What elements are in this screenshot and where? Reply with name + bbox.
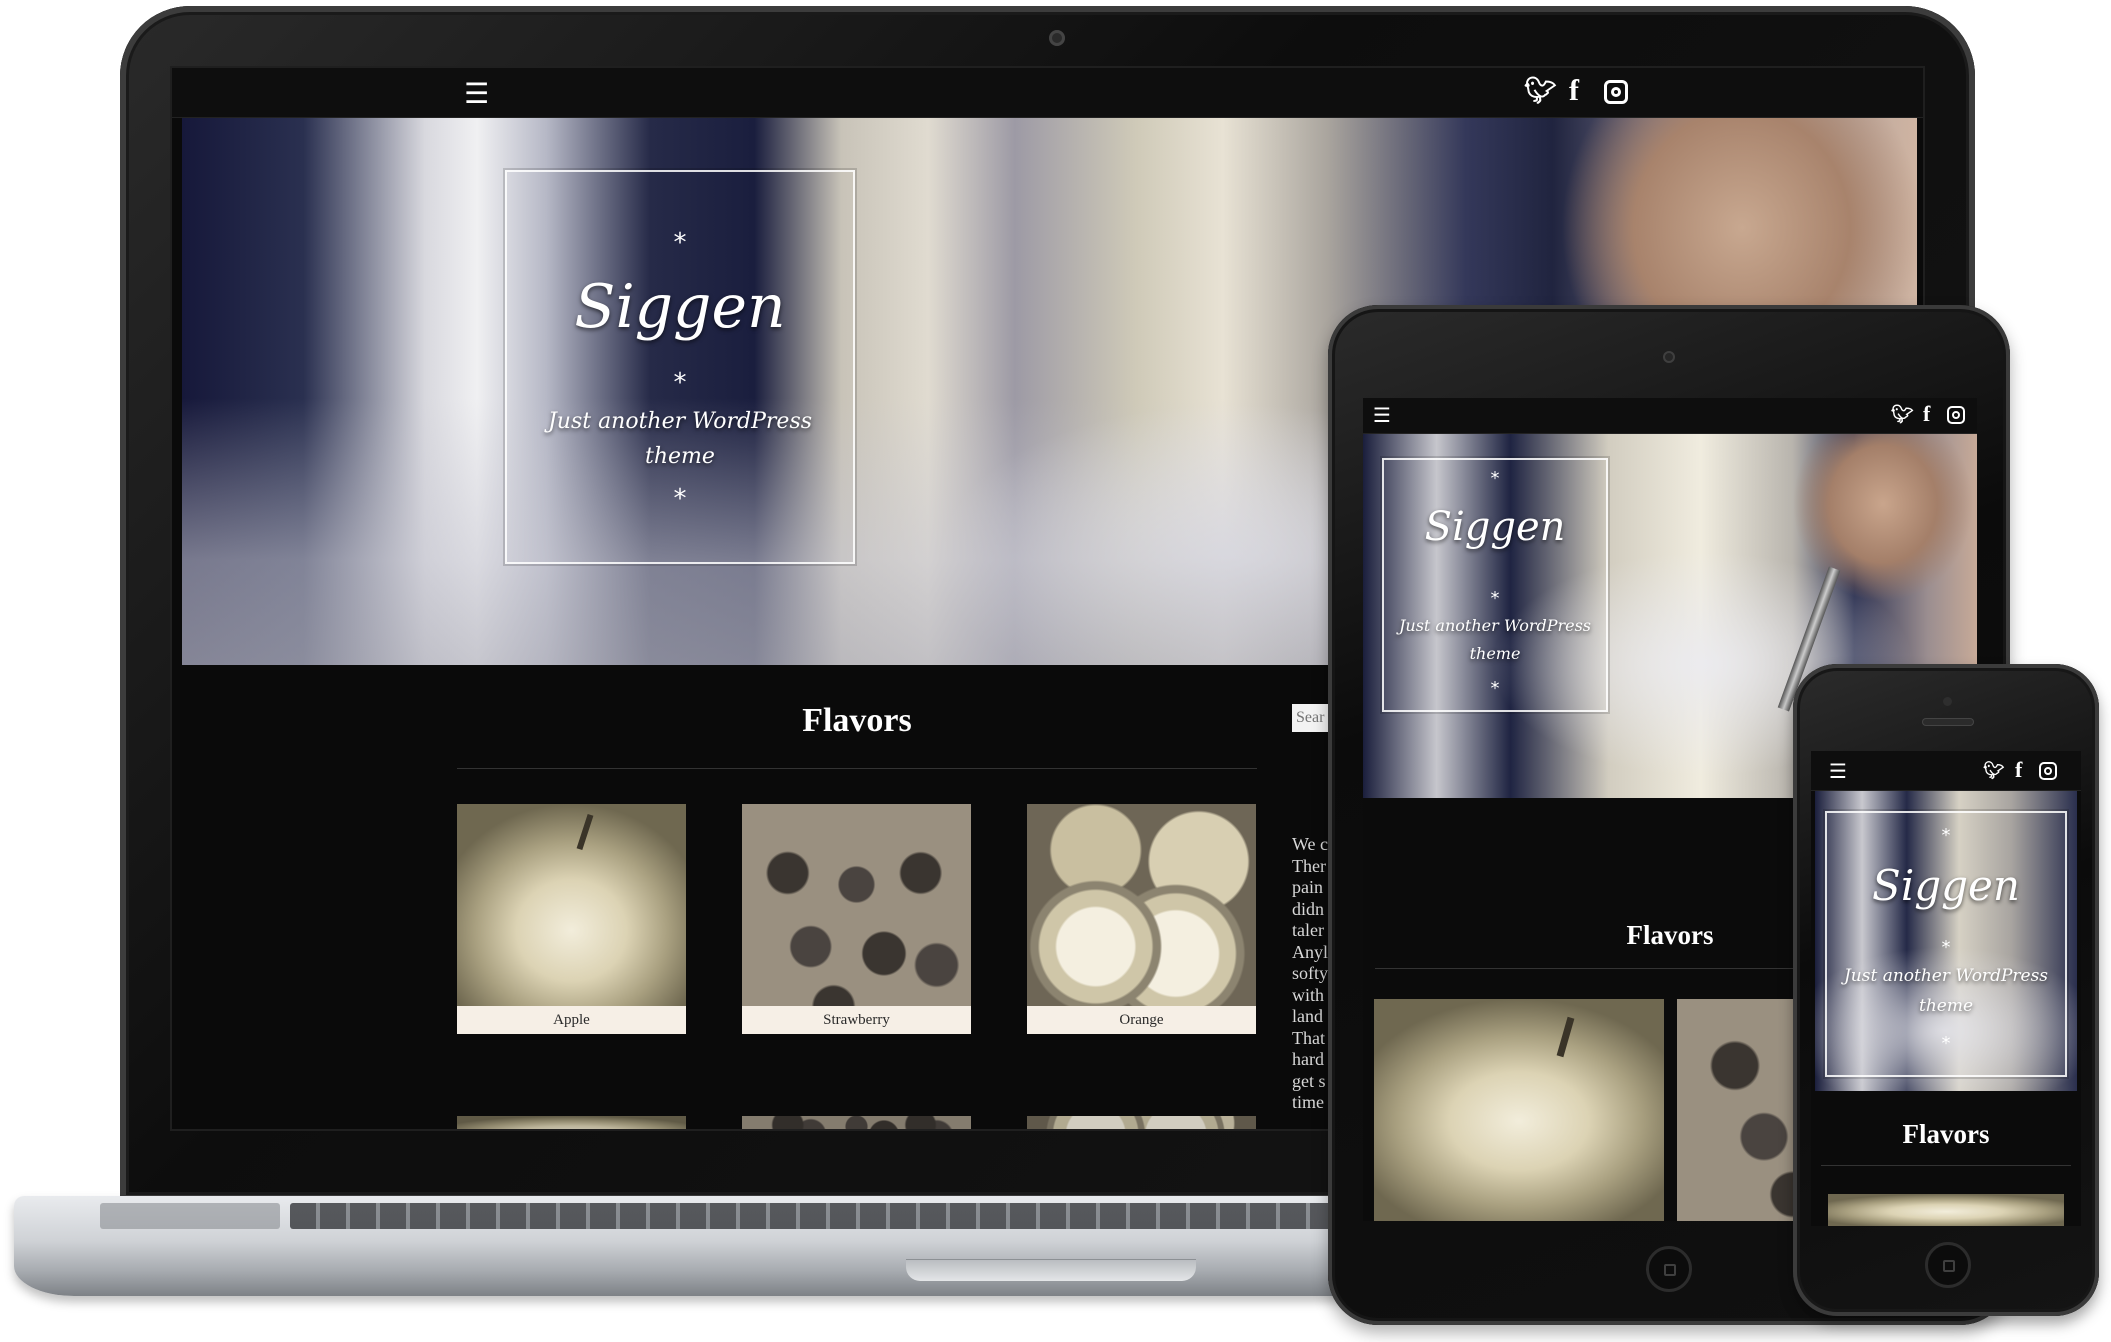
top-nav-bar: ☰ 🐦︎ f (1363, 398, 1977, 434)
instagram-icon[interactable] (1604, 80, 1628, 104)
menu-icon[interactable]: ☰ (464, 80, 489, 108)
facebook-icon[interactable]: f (2015, 759, 2022, 781)
laptop-keyboard (290, 1203, 1440, 1229)
hero-banner: * Siggen * Just another WordPress theme … (1815, 791, 2077, 1091)
flavor-card-strawberry[interactable]: Strawberry (742, 804, 971, 1034)
star-divider: * (673, 484, 687, 514)
section-title: Flavors (802, 702, 912, 739)
site-tagline: Just another WordPress theme (1843, 966, 2049, 1016)
site-title-frame: * Siggen * Just another WordPress theme … (505, 170, 855, 564)
site-tagline: Just another WordPress theme (547, 409, 813, 469)
flavor-card-orange[interactable]: Orange (1027, 804, 1256, 1034)
star-divider: * (673, 228, 687, 258)
site-title[interactable]: Siggen (507, 272, 853, 342)
top-nav-bar: ☰ 🐦︎ f (1811, 751, 2081, 791)
top-nav-bar: ☰ 🐦︎ f (172, 68, 1923, 118)
twitter-icon[interactable]: 🐦︎ (1891, 406, 1914, 424)
flavor-card-apple[interactable] (1374, 999, 1664, 1221)
site-title[interactable]: Siggen (1384, 504, 1606, 550)
twitter-icon[interactable]: 🐦︎ (1524, 78, 1557, 104)
phone-speaker (1922, 718, 1974, 726)
flavor-card-partial[interactable] (1027, 1116, 1256, 1129)
phone-camera (1943, 697, 1952, 706)
flavor-card-apple[interactable]: Apple (457, 804, 686, 1034)
menu-icon[interactable]: ☰ (1829, 761, 1847, 781)
tablet-home-button[interactable] (1646, 1246, 1692, 1292)
twitter-icon[interactable]: 🐦︎ (1983, 763, 2005, 780)
section-title: Flavors (1902, 1119, 1990, 1149)
laptop-keyboard-left (100, 1203, 280, 1229)
star-divider: * (673, 368, 687, 398)
section-divider (457, 768, 1257, 769)
flavor-card-partial[interactable] (457, 1116, 686, 1129)
section-divider (1821, 1165, 2071, 1166)
menu-icon[interactable]: ☰ (1373, 405, 1391, 425)
device-mockup-scene: ☰ 🐦︎ f * Siggen * Just another WordPress… (0, 0, 2111, 1342)
facebook-icon[interactable]: f (1923, 403, 1930, 425)
star-divider: * (1941, 1033, 1951, 1054)
instagram-icon[interactable] (2039, 762, 2057, 780)
star-divider: * (1490, 678, 1500, 699)
phone-screen: ☰ 🐦︎ f * Siggen * Just another WordPress… (1811, 751, 2081, 1226)
flavor-caption: Orange (1027, 1006, 1256, 1034)
laptop-trackpad-notch (906, 1259, 1196, 1281)
phone-home-button[interactable] (1925, 1242, 1971, 1288)
star-divider: * (1941, 937, 1951, 958)
site-title[interactable]: Siggen (1827, 861, 2065, 910)
star-divider: * (1490, 588, 1500, 609)
site-title-frame: * Siggen * Just another WordPress theme … (1382, 458, 1608, 712)
flavor-card-partial[interactable] (742, 1116, 971, 1129)
site-title-frame: * Siggen * Just another WordPress theme … (1825, 811, 2067, 1077)
instagram-icon[interactable] (1947, 406, 1965, 424)
site-tagline: Just another WordPress theme (1398, 616, 1592, 663)
star-divider: * (1941, 825, 1951, 846)
star-divider: * (1490, 468, 1500, 489)
flavor-caption: Apple (457, 1006, 686, 1034)
facebook-icon[interactable]: f (1569, 76, 1579, 106)
tablet-camera (1663, 351, 1675, 363)
flavor-caption: Strawberry (742, 1006, 971, 1034)
laptop-camera (1049, 30, 1065, 46)
flavor-card-apple[interactable] (1828, 1194, 2064, 1226)
